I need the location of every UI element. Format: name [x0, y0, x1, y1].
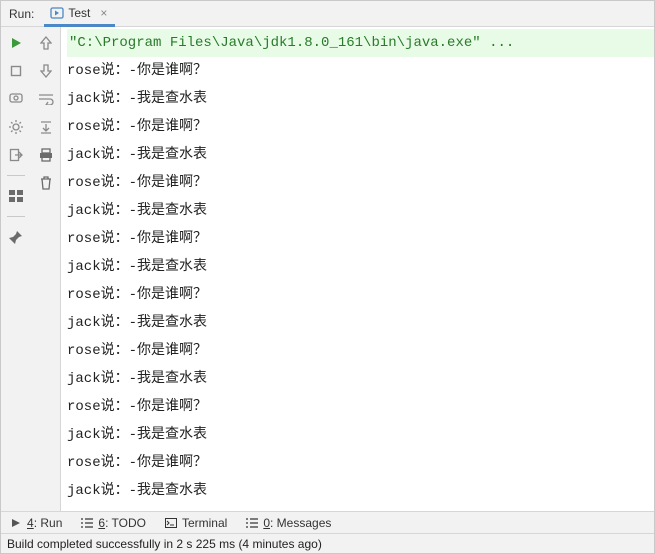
- output-line: jack说：-我是查水表: [67, 309, 654, 337]
- print-button[interactable]: [36, 145, 56, 165]
- tool-window-bar: 4: Run 6: TODO Terminal 0: Messages: [1, 511, 654, 533]
- mnemonic: 0: [263, 516, 270, 530]
- run-tab[interactable]: Test ×: [44, 2, 115, 27]
- output-line: rose说：-你是谁啊？: [67, 337, 654, 365]
- list-icon: [245, 516, 259, 530]
- separator: [7, 216, 25, 217]
- console-tool-column: [31, 27, 61, 511]
- ide-run-panel: Run: Test ×: [0, 0, 655, 554]
- status-text: Build completed successfully in 2 s 225 …: [7, 537, 322, 551]
- play-icon: [9, 516, 23, 530]
- output-line: rose说：-你是谁啊？: [67, 393, 654, 421]
- dump-threads-button[interactable]: [6, 89, 26, 109]
- clear-all-button[interactable]: [36, 173, 56, 193]
- command-line: "C:\Program Files\Java\jdk1.8.0_161\bin\…: [67, 29, 654, 57]
- layout-button[interactable]: [6, 186, 26, 206]
- toolwin-label: : Messages: [270, 516, 331, 530]
- output-line: jack说：-我是查水表: [67, 85, 654, 113]
- output-line: rose说：-你是谁啊？: [67, 57, 654, 85]
- output-line: jack说：-我是查水表: [67, 253, 654, 281]
- pin-button[interactable]: [6, 227, 26, 247]
- output-line: jack说：-我是查水表: [67, 365, 654, 393]
- output-line: rose说：-你是谁啊？: [67, 225, 654, 253]
- stop-button[interactable]: [6, 61, 26, 81]
- run-tool-column-left: [1, 27, 31, 511]
- status-bar: Build completed successfully in 2 s 225 …: [1, 533, 654, 553]
- toolwin-label: Terminal: [182, 516, 227, 530]
- toolwin-run[interactable]: 4: Run: [9, 516, 62, 530]
- output-line: rose说：-你是谁啊？: [67, 281, 654, 309]
- output-line: jack说：-我是查水表: [67, 477, 654, 505]
- run-config-icon: [50, 6, 64, 20]
- toolwin-terminal[interactable]: Terminal: [164, 516, 227, 530]
- bug-settings-button[interactable]: [6, 117, 26, 137]
- console-output[interactable]: "C:\Program Files\Java\jdk1.8.0_161\bin\…: [61, 27, 654, 511]
- toolwin-todo[interactable]: 6: TODO: [80, 516, 146, 530]
- soft-wrap-button[interactable]: [36, 89, 56, 109]
- terminal-icon: [164, 516, 178, 530]
- run-header: Run: Test ×: [1, 1, 654, 27]
- tab-close-button[interactable]: ×: [98, 6, 109, 20]
- up-arrow-icon[interactable]: [36, 33, 56, 53]
- output-line: rose说：-你是谁啊？: [67, 113, 654, 141]
- toolwin-messages[interactable]: 0: Messages: [245, 516, 331, 530]
- output-line: rose说：-你是谁啊？: [67, 169, 654, 197]
- toolwin-label: : Run: [34, 516, 63, 530]
- output-line: rose说：-你是谁啊？: [67, 449, 654, 477]
- run-label: Run:: [9, 7, 34, 21]
- separator: [7, 175, 25, 176]
- output-line: jack说：-我是查水表: [67, 197, 654, 225]
- toolwin-label: : TODO: [105, 516, 146, 530]
- down-arrow-icon[interactable]: [36, 61, 56, 81]
- rerun-button[interactable]: [6, 33, 26, 53]
- tab-name: Test: [68, 6, 90, 20]
- scroll-to-end-button[interactable]: [36, 117, 56, 137]
- mnemonic: 4: [27, 516, 34, 530]
- output-line: jack说：-我是查水表: [67, 421, 654, 449]
- list-icon: [80, 516, 94, 530]
- output-line: jack说：-我是查水表: [67, 141, 654, 169]
- exit-button[interactable]: [6, 145, 26, 165]
